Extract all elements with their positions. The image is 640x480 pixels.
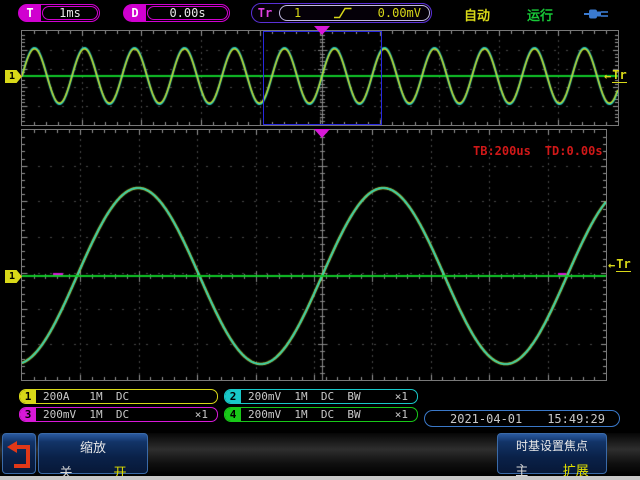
timebase-value: 1ms [42,6,98,20]
run-state-indicator: 运行 [527,5,553,24]
trigger-level-marker-zoom[interactable]: ← Tr [608,257,631,272]
channel2-settings: 200mV 1M DC BW [241,390,361,403]
channel3-settings: 200mV 1M DC [36,408,129,421]
screen-bottom-strip [0,476,640,480]
trigger-level-marker-text: Tr [612,68,626,83]
left-arrow-icon: ← [604,69,611,83]
trigger-level-marker-text: Tr [616,257,630,272]
trigger-level-marker-overview[interactable]: ← Tr [604,68,627,83]
zoom-menu-title: 缩放 [39,437,147,456]
timebase-focus-menu-button[interactable]: 时基设置焦点 主 扩展 [497,433,607,474]
channel1-position-marker-zoom[interactable]: 1 [5,270,22,283]
channel1-position-marker-overview[interactable]: 1 [5,70,22,83]
timebase-focus-title: 时基设置焦点 [498,437,606,454]
trigger-label: Tr [252,4,278,22]
date-value: 2021-04-01 [450,412,522,426]
time-value: 15:49:29 [547,412,605,426]
return-arrow-icon [3,438,35,470]
softkey-menu-bar: 缩放 关 开 时基设置焦点 主 扩展 [0,433,640,476]
channel4-settings: 200mV 1M DC BW [241,408,361,421]
channel4-info-box[interactable]: 4 200mV 1M DC BW ×1 [224,407,418,422]
zoom-window-box[interactable] [263,31,382,125]
channel2-badge: 2 [225,390,241,403]
zoom-waveform-window [21,129,607,381]
channel3-probe-mult: ×1 [195,408,217,421]
delay-label: D [124,5,146,21]
trigger-readout: Tr 1 0.00mV [251,3,432,23]
trigger-position-marker-zoom[interactable] [314,129,330,138]
zoom-waveform-canvas [22,130,606,380]
oscilloscope-screen: T 1ms D 0.00s Tr 1 0.00mV 自动 运行 [0,0,640,480]
usb-plug-icon [584,6,610,25]
zoom-menu-button[interactable]: 缩放 关 开 [38,433,148,474]
channel1-settings: 200A 1M DC [36,390,129,403]
left-arrow-icon: ← [608,258,615,272]
acquisition-mode-indicator: 自动 [464,5,490,24]
trigger-position-marker-overview[interactable] [314,26,330,35]
timebase-label: T [19,5,41,21]
delay-value: 0.00s [147,6,228,20]
zoom-td-value: TD:0.00s [545,144,603,158]
rising-edge-icon [333,6,353,20]
channel2-probe-mult: ×1 [395,390,417,403]
channel3-info-box[interactable]: 3 200mV 1M DC ×1 [19,407,218,422]
back-button[interactable] [2,433,36,474]
datetime-box: 2021-04-01 15:49:29 [424,410,620,427]
trigger-level: 0.00mV [378,6,421,20]
channel4-probe-mult: ×1 [395,408,417,421]
channel3-badge: 3 [20,408,36,421]
zoom-tb-value: TB:200us [473,144,531,158]
channel4-badge: 4 [225,408,241,421]
channel1-probe-mult [208,390,217,403]
zoom-timebase-readout: TB:200us TD:0.00s [473,144,603,158]
delay-readout: D 0.00s [123,4,230,22]
channel1-badge: 1 [20,390,36,403]
trigger-source: 1 [294,6,301,20]
timebase-readout: T 1ms [18,4,100,22]
channel1-info-box[interactable]: 1 200A 1M DC [19,389,218,404]
channel2-info-box[interactable]: 2 200mV 1M DC BW ×1 [224,389,418,404]
